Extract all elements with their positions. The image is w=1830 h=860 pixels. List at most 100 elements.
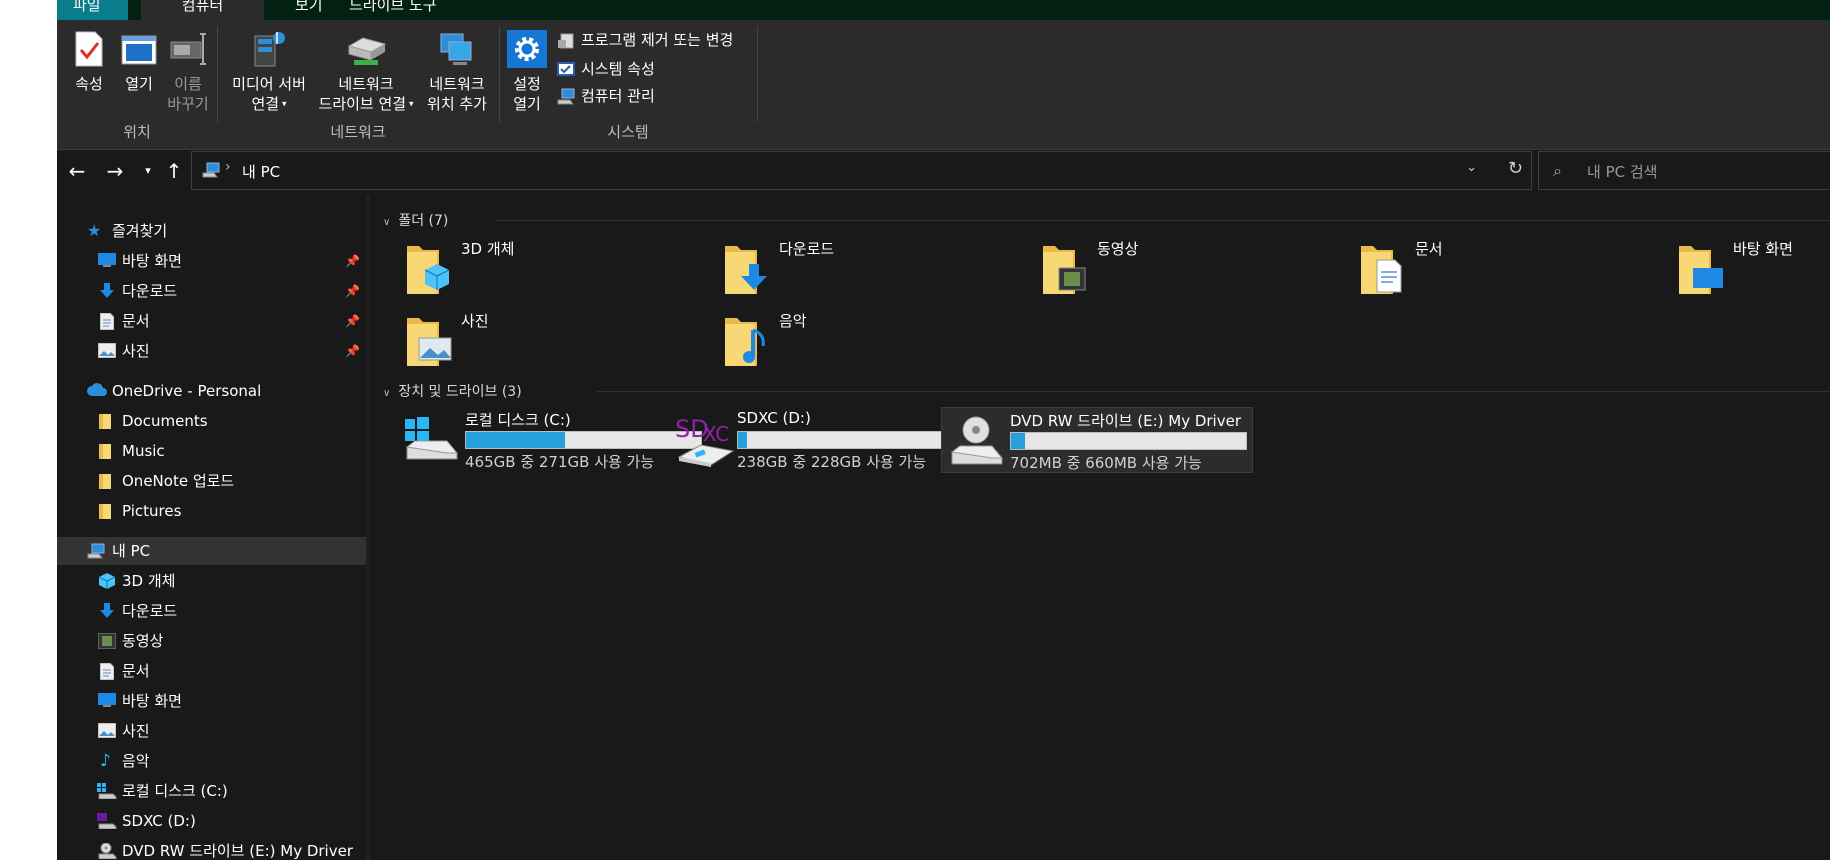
chevron-down-icon: ▾	[406, 99, 414, 110]
address-row: ← → ▾ ↑ › 내 PC ⌄ ↻ ⌕ 내 PC 검색	[57, 151, 1830, 191]
recent-locations-button[interactable]: ▾	[139, 157, 157, 185]
group-separator	[217, 26, 218, 122]
nav-quick-access[interactable]: ★ 즐겨찾기	[57, 217, 366, 245]
chevron-down-icon: ∨	[383, 388, 391, 399]
nav-pc-desktop-label: 바탕 화면	[122, 692, 182, 710]
nav-pc-3d-objects[interactable]: 3D 개체	[57, 567, 366, 595]
folders-group-header[interactable]: ∨ 폴더 (7)	[383, 210, 448, 230]
sdxc-logo-xc: XC	[703, 422, 729, 446]
nav-quick-documents[interactable]: 문서 📌	[57, 307, 366, 335]
nav-quick-documents-label: 문서	[122, 312, 150, 330]
open-settings-button[interactable]: 설정 열기	[506, 30, 548, 114]
breadcrumb-this-pc[interactable]: 내 PC	[242, 161, 280, 182]
nav-onedrive-documents-label: Documents	[122, 412, 208, 430]
drive-dvd-e[interactable]: DVD RW 드라이브 (E:) My Driver 702MB 중 660MB…	[941, 407, 1253, 473]
nav-pc-3d-objects-label: 3D 개체	[122, 572, 176, 590]
nav-onedrive-pictures[interactable]: Pictures	[57, 497, 366, 525]
address-bar[interactable]: › 내 PC ⌄ ↻	[191, 151, 1532, 190]
tab-view[interactable]: 보기	[279, 0, 339, 20]
folder-3d-objects-icon	[407, 246, 450, 294]
nav-pc-sdxc[interactable]: SDXC (D:)	[57, 807, 366, 835]
nav-pc-videos-label: 동영상	[122, 632, 164, 650]
folder-videos-icon	[1043, 246, 1086, 294]
open-button[interactable]: 열기	[118, 30, 160, 94]
nav-pc-documents[interactable]: 문서	[57, 657, 366, 685]
tab-computer[interactable]: 컴퓨터	[141, 0, 264, 20]
pin-icon[interactable]: 📌	[345, 337, 360, 365]
nav-pc-dvd[interactable]: DVD RW 드라이브 (E:) My Driver	[57, 837, 366, 860]
pin-icon[interactable]: 📌	[345, 277, 360, 305]
nav-onedrive-music[interactable]: Music	[57, 437, 366, 465]
system-properties-icon	[557, 62, 575, 76]
nav-quick-pictures[interactable]: 사진 📌	[57, 337, 366, 365]
rename-label-2: 바꾸기	[167, 95, 209, 113]
drives-group-title: 장치 및 드라이브 (3)	[398, 384, 522, 400]
properties-icon	[75, 31, 103, 67]
pictures-icon	[98, 343, 116, 358]
nav-pc-desktop[interactable]: 바탕 화면	[57, 687, 366, 715]
folder-icon	[99, 414, 111, 429]
forward-button[interactable]: →	[99, 157, 131, 185]
media-server-button[interactable]: 미디어 서버 연결 ▾	[224, 30, 314, 115]
pin-icon[interactable]: 📌	[345, 247, 360, 275]
map-network-drive-button[interactable]: 네트워크 드라이브 연결 ▾	[312, 30, 420, 115]
folder-desktop[interactable]: 바탕 화면	[1677, 238, 1830, 302]
nav-onedrive-pictures-label: Pictures	[122, 502, 182, 520]
properties-button[interactable]: 속성	[69, 30, 109, 94]
search-placeholder: 내 PC 검색	[1587, 163, 1658, 181]
nav-pc-local-disk[interactable]: 로컬 디스크 (C:)	[57, 777, 366, 805]
dvd-drive-icon	[98, 843, 117, 859]
nav-onedrive[interactable]: OneDrive - Personal	[57, 377, 366, 405]
nav-pc-pictures[interactable]: 사진	[57, 717, 366, 745]
nav-onedrive-onenote[interactable]: OneNote 업로드	[57, 467, 366, 495]
folder-downloads[interactable]: 다운로드	[723, 238, 1023, 302]
content-pane: ∨ 폴더 (7) 3D 개체 다운로드 동영상 문서 바탕 화면 사진 음악 ∨…	[371, 196, 1830, 860]
tab-drive-tools[interactable]: 드라이브 도구	[333, 0, 453, 20]
search-box[interactable]: ⌕ 내 PC 검색	[1538, 151, 1830, 190]
drive-sdxc-d[interactable]: SD XC SDXC (D:) 238GB 중 228GB 사용 가능	[669, 407, 981, 473]
group-label-network: 네트워크	[330, 123, 386, 141]
nav-this-pc[interactable]: 내 PC	[57, 537, 366, 565]
group-separator	[757, 26, 758, 122]
folder-icon	[99, 474, 111, 489]
pane-splitter[interactable]	[366, 196, 370, 860]
folder-videos[interactable]: 동영상	[1041, 238, 1341, 302]
computer-icon	[87, 543, 105, 559]
nav-onedrive-documents[interactable]: Documents	[57, 407, 366, 435]
refresh-icon[interactable]: ↻	[1508, 158, 1523, 179]
nav-pc-videos[interactable]: 동영상	[57, 627, 366, 655]
folder-documents[interactable]: 문서	[1359, 238, 1659, 302]
nav-quick-access-label: 즐겨찾기	[112, 222, 168, 240]
address-dropdown-icon[interactable]: ⌄	[1466, 160, 1477, 175]
tab-file[interactable]: 파일	[57, 0, 128, 20]
computer-icon	[202, 162, 220, 178]
drive-dvd-e-usage-bar	[1010, 432, 1247, 450]
navigation-pane: ★ 즐겨찾기 바탕 화면 📌 다운로드 📌 문서 📌 사진 📌 OneDrive…	[57, 200, 366, 860]
folder-music[interactable]: 음악	[723, 310, 1023, 374]
pin-icon[interactable]: 📌	[345, 307, 360, 335]
up-button[interactable]: ↑	[161, 157, 187, 185]
drive-sdxc-d-capacity: 238GB 중 228GB 사용 가능	[737, 453, 927, 471]
folder-3d-objects[interactable]: 3D 개체	[405, 238, 705, 302]
back-button[interactable]: ←	[61, 157, 93, 185]
add-network-location-button[interactable]: 네트워크 위치 추가	[415, 30, 499, 114]
folders-group-title: 폴더 (7)	[398, 213, 449, 229]
uninstall-icon	[558, 33, 574, 49]
rename-button[interactable]: 이름 바꾸기	[165, 30, 211, 114]
drive-local-disk-c[interactable]: 로컬 디스크 (C:) 465GB 중 271GB 사용 가능	[397, 407, 709, 473]
system-properties-label: 시스템 속성	[581, 60, 655, 78]
sdxc-drive-icon: SD XC	[675, 415, 735, 467]
nav-pc-music[interactable]: ♪ 음악	[57, 747, 366, 775]
nav-pc-downloads[interactable]: 다운로드	[57, 597, 366, 625]
download-icon	[100, 283, 114, 298]
uninstall-program-label: 프로그램 제거 또는 변경	[581, 31, 734, 49]
nav-quick-desktop[interactable]: 바탕 화면 📌	[57, 247, 366, 275]
gear-icon	[507, 30, 547, 68]
desktop-icon	[98, 693, 116, 707]
drives-group-header[interactable]: ∨ 장치 및 드라이브 (3)	[383, 381, 522, 401]
breadcrumb-separator-icon: ›	[225, 159, 231, 175]
nav-quick-downloads[interactable]: 다운로드 📌	[57, 277, 366, 305]
folder-pictures[interactable]: 사진	[405, 310, 705, 374]
video-icon	[98, 633, 116, 649]
nav-this-pc-label: 내 PC	[112, 542, 151, 560]
